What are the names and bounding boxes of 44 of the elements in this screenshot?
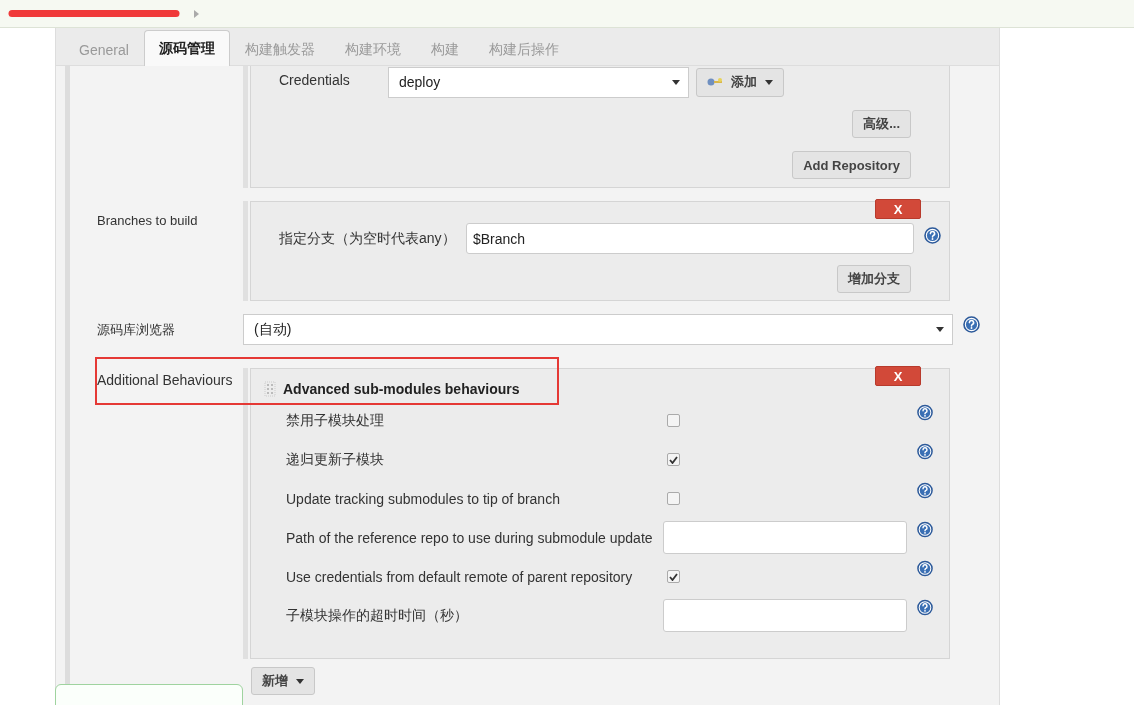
caret-icon [765,79,773,85]
add-behaviour-button[interactable]: 新增 [251,667,315,695]
delete-button[interactable]: X [875,199,921,219]
help-icon[interactable] [924,227,941,244]
option-label: 递归更新子模块 [286,450,385,469]
credentials-select[interactable]: deploy [388,66,689,98]
caret-icon [672,79,680,85]
section-title: Advanced sub-modules behaviours [283,381,520,397]
key-icon [707,77,723,87]
help-icon[interactable] [917,599,933,616]
section-label: Additional Behaviours [97,371,234,388]
input-field[interactable] [663,521,907,554]
add-branch-button[interactable]: 增加分支 [837,265,911,293]
help-icon[interactable] [917,560,933,577]
caret-icon [936,327,944,332]
option-label: Use credentials from default remote of parent repository [286,568,634,585]
option-label: 禁用子模块处理 [286,411,385,430]
delete-button[interactable]: X [875,366,921,386]
add-button[interactable]: 添加 [696,67,784,97]
tab[interactable]: 源码管理 [143,30,230,66]
option-label: Update tracking submodules to tip of branch [286,490,561,507]
option-label: Path of the reference repo to use during submodule update [286,529,654,546]
help-icon[interactable] [963,316,980,333]
chevron-right-icon [194,9,199,18]
field-label: 指定分支（为空时代表any） [279,229,457,248]
add-repository-button[interactable]: Add Repository [792,151,911,179]
checkbox[interactable] [667,492,680,505]
browser-select[interactable]: (自动) [243,314,953,345]
caret-icon [296,678,304,684]
checkbox[interactable] [667,570,680,583]
advanced-button[interactable]: 高级... [852,110,911,138]
branch-field[interactable]: $Branch [466,223,914,254]
section-label: Branches to build [97,212,199,228]
checkbox[interactable] [667,414,680,427]
option-label: 子模块操作的超时时间（秒） [286,606,469,625]
drag-handle-icon [264,381,276,397]
help-icon[interactable] [917,443,933,460]
checkbox[interactable] [667,453,680,466]
field-label: Credentials [279,72,351,88]
input-field[interactable] [663,599,907,632]
help-icon[interactable] [917,521,933,538]
help-icon[interactable] [917,404,933,421]
section-label: 源码库浏览器 [97,321,176,339]
help-icon[interactable] [917,482,933,499]
